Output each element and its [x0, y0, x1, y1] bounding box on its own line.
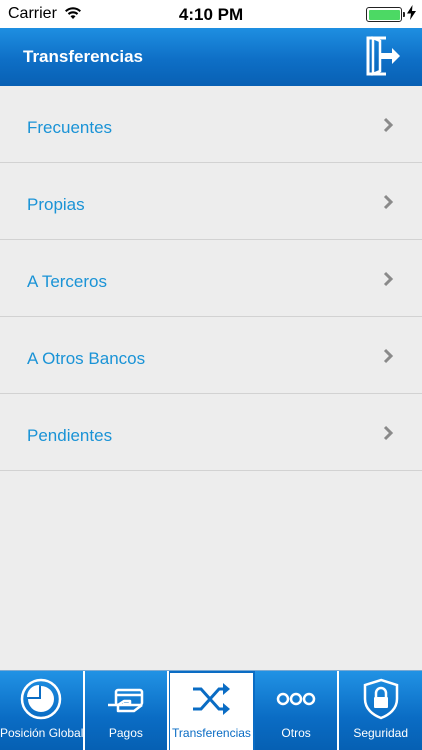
tab-label: Seguridad [353, 726, 409, 740]
menu-item-label: A Otros Bancos [27, 349, 146, 368]
tab-posicion-global[interactable]: Posición Global [0, 671, 85, 750]
security-lock-icon [363, 678, 398, 720]
menu-item-pendientes[interactable]: Pendientes [0, 394, 422, 471]
battery-icon [366, 7, 405, 22]
chevron-right-icon [383, 271, 394, 287]
tab-seguridad[interactable]: Seguridad [339, 671, 422, 750]
chevron-right-icon [383, 194, 394, 210]
charging-icon [407, 5, 416, 25]
tab-label: Otros [281, 726, 311, 740]
tab-pagos[interactable]: Pagos [84, 671, 170, 750]
menu-item-label: Propias [27, 195, 85, 214]
menu-item-label: Pendientes [27, 426, 113, 445]
clock: 4:10 PM [178, 5, 244, 24]
chevron-right-icon [383, 425, 394, 441]
payment-hand-icon [107, 688, 144, 713]
transfer-menu: Frecuentes Propias A Terceros A Otros Ba… [0, 86, 422, 471]
logout-icon[interactable] [364, 35, 402, 77]
menu-item-label: A Terceros [27, 272, 108, 291]
page-title: Transferencias [23, 47, 144, 66]
menu-item-label: Frecuentes [27, 118, 113, 137]
tab-transferencias[interactable]: Transferencias [169, 671, 255, 750]
tab-bar: Posición Global Pagos Transferencias Otr… [0, 670, 422, 750]
tab-label: Posición Global [0, 726, 84, 740]
menu-item-a-terceros[interactable]: A Terceros [0, 240, 422, 317]
navigation-bar: Transferencias [0, 28, 422, 86]
chevron-right-icon [383, 348, 394, 364]
menu-item-a-otros-bancos[interactable]: A Otros Bancos [0, 317, 422, 394]
tab-otros[interactable]: Otros [254, 671, 340, 750]
more-dots-icon [276, 692, 316, 706]
tab-label: Transferencias [172, 726, 251, 740]
transfer-arrows-icon [193, 683, 231, 715]
status-bar: Carrier 4:10 PM [0, 0, 422, 28]
menu-item-propias[interactable]: Propias [0, 163, 422, 240]
menu-item-frecuentes[interactable]: Frecuentes [0, 86, 422, 163]
pie-chart-icon [21, 678, 62, 720]
chevron-right-icon [383, 117, 394, 133]
tab-label: Pagos [108, 726, 143, 740]
